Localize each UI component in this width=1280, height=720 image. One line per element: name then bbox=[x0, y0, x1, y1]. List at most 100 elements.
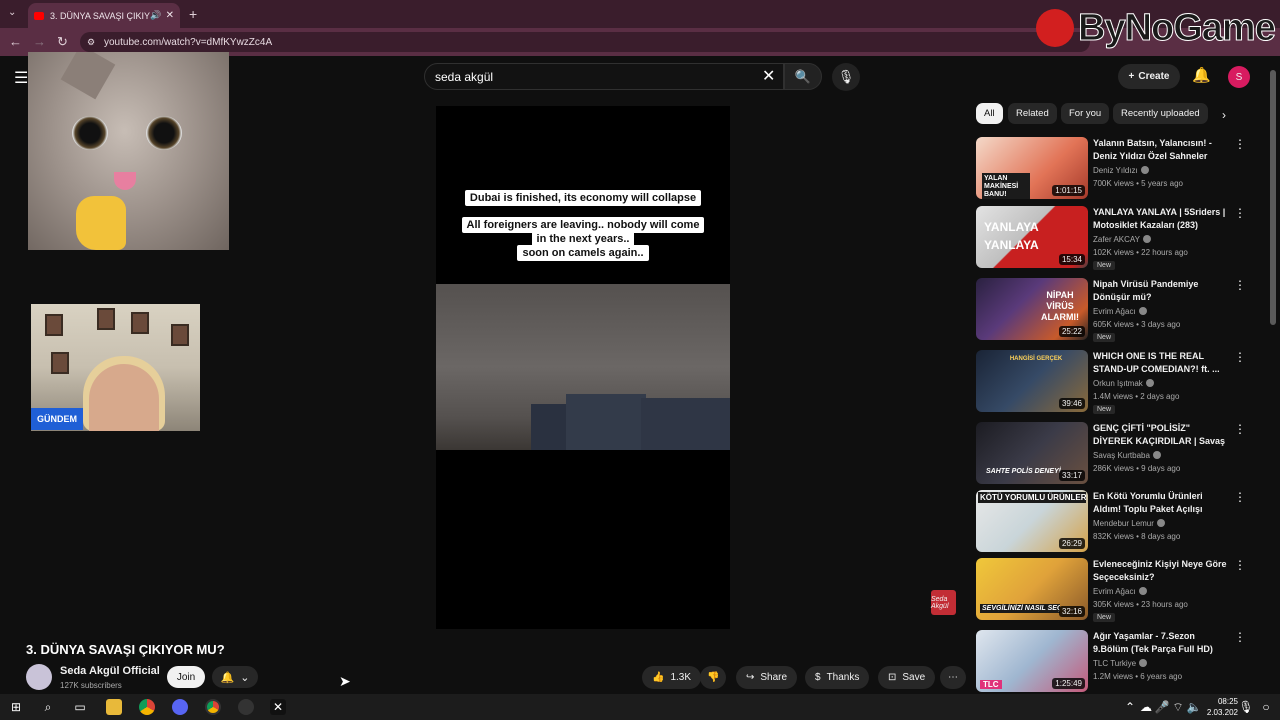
recommendation-channel[interactable]: TLC Turkiye bbox=[1093, 659, 1148, 668]
tray-network-icon[interactable]: ☁ bbox=[1138, 699, 1154, 715]
recommendation-channel[interactable]: Deniz Yıldızı bbox=[1093, 166, 1149, 175]
tray-mic-icon[interactable]: 🎤 bbox=[1154, 699, 1170, 715]
thumbs-up-icon: 👍 bbox=[652, 672, 665, 683]
kick-app-icon[interactable]: ✕ bbox=[270, 699, 286, 715]
more-options-icon[interactable]: ⋮ bbox=[1234, 630, 1246, 644]
video-thumbnail[interactable]: NİPAH VİRÜS ALARMI! 25:22 bbox=[976, 278, 1088, 340]
page-scrollbar[interactable] bbox=[1270, 70, 1276, 325]
more-options-icon[interactable]: ⋮ bbox=[1234, 137, 1246, 151]
microphone-icon: 🎙 bbox=[837, 69, 855, 84]
recommendation-channel[interactable]: Evrim Ağacı bbox=[1093, 307, 1147, 316]
recommendation-item[interactable]: KÖTÜ YORUMLU ÜRÜNLER 26:29 En Kötü Yorum… bbox=[976, 490, 1246, 554]
duration-badge: 33:17 bbox=[1058, 470, 1085, 481]
cat-eye-right bbox=[146, 116, 182, 150]
speaker-icon[interactable]: 🔊 bbox=[150, 10, 161, 21]
dislike-button[interactable]: 👎 bbox=[700, 666, 727, 689]
chevron-right-icon[interactable]: › bbox=[1222, 108, 1226, 122]
back-icon[interactable]: ← bbox=[9, 34, 22, 49]
recommendation-item[interactable]: NİPAH VİRÜS ALARMI! 25:22 Nipah Virüsü P… bbox=[976, 278, 1246, 342]
new-badge: New bbox=[1093, 405, 1116, 414]
create-label: Create bbox=[1138, 71, 1170, 82]
recommendation-item[interactable]: SEVGİLİNİZİ NASIL SEÇ 32:16 Evleneceğini… bbox=[976, 558, 1246, 622]
menu-icon[interactable]: ☰ bbox=[14, 68, 28, 88]
thumbnail-text: NİPAH VİRÜS ALARMI! bbox=[1041, 290, 1079, 322]
file-explorer-icon[interactable] bbox=[106, 699, 122, 715]
recommendation-channel[interactable]: Savaş Kurtbaba bbox=[1093, 451, 1161, 460]
duration-badge: 1:01:15 bbox=[1052, 185, 1085, 196]
recommendation-channel[interactable]: Mendebur Lemur bbox=[1093, 519, 1165, 528]
bynogame-watermark: ByNoGame bbox=[1036, 2, 1280, 54]
video-thumbnail[interactable]: HANGİSİ GERÇEK 39:46 bbox=[976, 350, 1088, 412]
video-thumbnail[interactable]: KÖTÜ YORUMLU ÜRÜNLER 26:29 bbox=[976, 490, 1088, 552]
browser-tab[interactable]: 3. DÜNYA SAVAŞI ÇIKIYOR MU? 🔊 ✕ bbox=[28, 3, 180, 28]
windows-start-icon[interactable]: ⊞ bbox=[8, 699, 24, 715]
subscription-bell-button[interactable]: 🔔 ⌄ bbox=[212, 666, 258, 688]
channel-watermark-logo[interactable]: Seda Akgül bbox=[931, 590, 956, 615]
tray-chevron-icon[interactable]: ⌃ bbox=[1122, 699, 1138, 715]
app-icon[interactable] bbox=[238, 699, 254, 715]
tab-close-icon[interactable]: ✕ bbox=[166, 10, 174, 21]
recommendation-item[interactable]: HANGİSİ GERÇEK 39:46 WHICH ONE IS THE RE… bbox=[976, 350, 1246, 414]
tray-wifi-icon[interactable]: ⌔ bbox=[1170, 699, 1186, 715]
recommendation-channel[interactable]: Zafer AKCAY bbox=[1093, 235, 1151, 244]
recommendation-item[interactable]: SAHTE POLİS DENEYİ 33:17 GENÇ ÇİFTİ "POL… bbox=[976, 422, 1246, 486]
recommendation-item[interactable]: YALAN MAKİNESİ BANU! 1:01:15 Yalanın Bat… bbox=[976, 137, 1246, 201]
search-button[interactable]: 🔍 bbox=[784, 63, 822, 90]
like-count: 1.3K bbox=[670, 672, 692, 683]
more-options-icon[interactable]: ⋮ bbox=[1234, 206, 1246, 220]
task-view-icon[interactable]: ▭ bbox=[72, 699, 88, 715]
like-button[interactable]: 👍 1.3K bbox=[642, 666, 702, 689]
recommendation-item[interactable]: YANLAYA YANLAYA 15:34 YANLAYA YANLAYA | … bbox=[976, 206, 1246, 270]
reload-icon[interactable]: ↻ bbox=[57, 34, 68, 50]
wall-frame bbox=[45, 314, 63, 336]
chip-for-you[interactable]: For you bbox=[1061, 103, 1110, 124]
recommendation-channel[interactable]: Evrim Ağacı bbox=[1093, 587, 1147, 596]
site-info-icon[interactable]: ⚙ bbox=[87, 37, 95, 48]
more-actions-button[interactable]: ⋯ bbox=[940, 666, 966, 689]
video-thumbnail[interactable]: YANLAYA YANLAYA 15:34 bbox=[976, 206, 1088, 268]
more-options-icon[interactable]: ⋮ bbox=[1234, 490, 1246, 504]
recommendation-meta: 305K views • 23 hours ago bbox=[1093, 600, 1188, 609]
new-tab-button[interactable]: + bbox=[189, 6, 197, 22]
more-options-icon[interactable]: ⋮ bbox=[1234, 558, 1246, 572]
notifications-icon[interactable]: 🔔 bbox=[1192, 66, 1211, 84]
channel-name[interactable]: Seda Akgül Official bbox=[60, 665, 160, 677]
tray-mic-icon[interactable]: 🎙 bbox=[1238, 699, 1254, 715]
video-thumbnail[interactable]: SEVGİLİNİZİ NASIL SEÇ 32:16 bbox=[976, 558, 1088, 620]
more-options-icon[interactable]: ⋮ bbox=[1234, 422, 1246, 436]
thumbnail-text: KÖTÜ YORUMLU ÜRÜNLER bbox=[978, 492, 1086, 503]
video-thumbnail[interactable]: TLC 1:25:49 bbox=[976, 630, 1088, 692]
chip-all[interactable]: All bbox=[976, 103, 1003, 124]
search-input[interactable]: seda akgül bbox=[424, 63, 784, 90]
video-thumbnail[interactable]: SAHTE POLİS DENEYİ 33:17 bbox=[976, 422, 1088, 484]
bell-icon: 🔔 bbox=[220, 671, 235, 684]
more-options-icon[interactable]: ⋮ bbox=[1234, 278, 1246, 292]
taskbar-search-icon[interactable]: ⌕ bbox=[40, 699, 56, 715]
notification-center-icon[interactable]: ○ bbox=[1258, 699, 1274, 715]
tab-list-icon[interactable]: ⌄ bbox=[8, 7, 16, 18]
voice-search-button[interactable]: 🎙 bbox=[832, 63, 860, 91]
chip-recently-uploaded[interactable]: Recently uploaded bbox=[1113, 103, 1208, 124]
duration-badge: 15:34 bbox=[1058, 254, 1085, 265]
more-options-icon[interactable]: ⋮ bbox=[1234, 350, 1246, 364]
channel-avatar[interactable] bbox=[26, 664, 52, 690]
taskbar-clock[interactable]: 08:25 2.03.202 bbox=[1198, 696, 1238, 718]
save-button[interactable]: ⊡ Save bbox=[878, 666, 936, 689]
chip-related[interactable]: Related bbox=[1008, 103, 1057, 124]
chrome-profile-icon[interactable] bbox=[205, 699, 221, 715]
recommendation-channel[interactable]: Orkun Işıtmak bbox=[1093, 379, 1154, 388]
clear-search-icon[interactable]: ✕ bbox=[762, 66, 775, 86]
recommendation-item[interactable]: TLC 1:25:49 Ağır Yaşamlar - 7.Sezon 9.Bö… bbox=[976, 630, 1246, 694]
account-avatar[interactable]: S bbox=[1228, 66, 1250, 88]
thanks-button[interactable]: $ Thanks bbox=[805, 666, 870, 689]
forward-icon[interactable]: → bbox=[33, 34, 46, 49]
recommendation-meta: 700K views • 5 years ago bbox=[1093, 179, 1183, 188]
address-bar[interactable]: ⚙ youtube.com/watch?v=dMfKYwzZc4A bbox=[80, 32, 1090, 52]
chrome-icon[interactable] bbox=[139, 699, 155, 715]
share-button[interactable]: ↪ Share bbox=[736, 666, 798, 689]
recommendation-title: Nipah Virüsü Pandemiye Dönüşür mü? bbox=[1093, 279, 1199, 302]
discord-icon[interactable] bbox=[172, 699, 188, 715]
join-button[interactable]: Join bbox=[167, 666, 205, 688]
video-thumbnail[interactable]: YALAN MAKİNESİ BANU! 1:01:15 bbox=[976, 137, 1088, 199]
create-button[interactable]: + Create bbox=[1118, 64, 1180, 89]
